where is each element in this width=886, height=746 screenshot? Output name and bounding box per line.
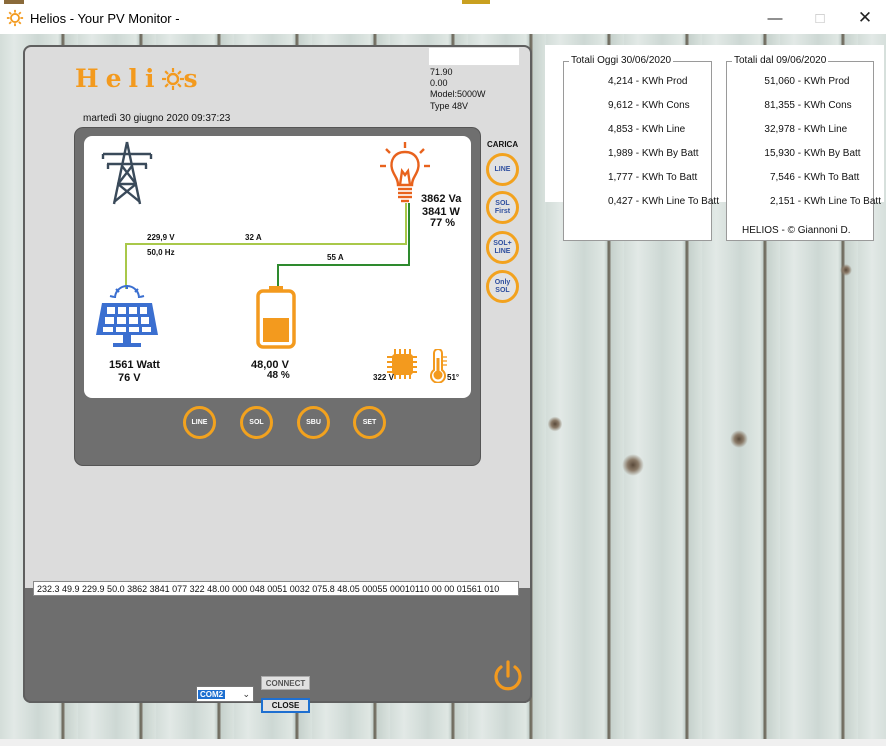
totals-value: 1,777 xyxy=(607,172,633,183)
totals-row: 7,546 - KWh To Batt xyxy=(727,172,859,183)
totals-label: - KWh To Batt xyxy=(795,172,860,183)
totals-row: 1,989 - KWh By Batt xyxy=(564,148,699,159)
thermometer-icon xyxy=(430,349,447,383)
totals-row: 1,777 - KWh To Batt xyxy=(564,172,697,183)
app-window: Helios - Your PV Monitor - — □ ✕ Totali … xyxy=(0,0,886,746)
totals-row: 0,427 - KWh Line To Batt xyxy=(564,196,719,207)
totals-value: 0,427 xyxy=(607,196,633,207)
charge-sol-first-button[interactable]: SOL First xyxy=(486,191,519,224)
datetime-label: martedì 30 giugno 2020 09:37:23 xyxy=(83,113,231,124)
solar-watt: 1561 Watt xyxy=(109,359,160,371)
charge-line-button[interactable]: LINE xyxy=(486,153,519,186)
grid-current: 32 A xyxy=(245,233,262,242)
totals-value: 81,355 xyxy=(764,100,795,111)
inverter-temperature: 51° xyxy=(447,373,460,382)
maximize-button[interactable]: □ xyxy=(800,4,840,32)
power-icon[interactable] xyxy=(491,659,525,693)
totals-label: - KWh Cons xyxy=(795,100,852,111)
totals-row: 51,060 - KWh Prod xyxy=(727,76,849,87)
status-field xyxy=(428,47,520,66)
battery-icon xyxy=(256,286,296,349)
totals-row: 15,930 - KWh By Batt xyxy=(727,148,861,159)
bus-voltage: 322 V xyxy=(373,373,394,382)
totals-row: 9,612 - KWh Cons xyxy=(564,100,690,111)
solar-voltage: 76 V xyxy=(118,372,141,384)
bottom-strip xyxy=(0,739,886,746)
totals-value: 7,546 xyxy=(769,172,795,183)
totals-value: 2,151 xyxy=(769,196,795,207)
battery-current: 55 A xyxy=(327,253,344,262)
inverter-info: 71.90 0.00 Model:5000W Type 48V xyxy=(430,67,486,112)
taskbar-strip xyxy=(0,0,886,4)
serial-data-field[interactable]: 232.3 49.9 229.9 50.0 3862 3841 077 322 … xyxy=(33,581,519,596)
totals-label: - KWh To Batt xyxy=(633,172,698,183)
totals-label: - KWh Line To Batt xyxy=(795,196,881,207)
charge-sol-line-button[interactable]: SOL+ LINE xyxy=(486,231,519,264)
totals-label: - KWh Prod xyxy=(795,76,850,87)
totals-row: 32,978 - KWh Line xyxy=(727,124,847,135)
load-va: 3862 Va xyxy=(421,193,462,205)
info-line-1: 71.90 xyxy=(430,67,453,77)
totals-label: - KWh Prod xyxy=(633,76,688,87)
totals-value: 4,214 xyxy=(607,76,633,87)
totals-row: 4,214 - KWh Prod xyxy=(564,76,688,87)
close-port-button[interactable]: CLOSE xyxy=(261,698,310,713)
load-percent: 77 % xyxy=(430,217,456,229)
battery-percent: 48 % xyxy=(267,370,290,381)
totals-value: 32,978 xyxy=(764,124,795,135)
connect-button[interactable]: CONNECT xyxy=(261,676,310,690)
totals-value: 1,989 xyxy=(607,148,633,159)
charge-only-sol-button[interactable]: Only SOL xyxy=(486,270,519,303)
totals-label: - KWh Line xyxy=(633,124,686,135)
info-model: Model:5000W xyxy=(430,89,486,100)
totals-label: - KWh By Batt xyxy=(633,148,699,159)
totals-value: 9,612 xyxy=(607,100,633,111)
solar-panel-icon xyxy=(96,285,158,347)
totals-value: 15,930 xyxy=(764,148,795,159)
charge-mode-title: CARICA xyxy=(487,140,519,149)
power-tower-icon xyxy=(101,141,153,205)
mode-set-button[interactable]: SET xyxy=(353,406,386,439)
com-port-select[interactable]: COM2 ⌄ xyxy=(196,686,254,702)
totals-row: 81,355 - KWh Cons xyxy=(727,100,852,111)
mode-line-button[interactable]: LINE xyxy=(183,406,216,439)
logo-sun-icon xyxy=(161,67,184,90)
info-line-2: 0.00 xyxy=(430,78,448,89)
totals-label: - KWh By Batt xyxy=(795,148,861,159)
grid-voltage: 229,9 V xyxy=(147,233,175,242)
mode-sol-button[interactable]: SOL xyxy=(240,406,273,439)
title-bar: Helios - Your PV Monitor - — □ ✕ xyxy=(0,0,886,34)
totals-since-panel: Totali dal 09/06/2020 51,060 - KWh Prod 8… xyxy=(726,55,881,241)
totals-row: 4,853 - KWh Line xyxy=(564,124,685,135)
minimize-button[interactable]: — xyxy=(755,4,795,32)
totals-value: 51,060 xyxy=(764,76,795,87)
chevron-down-icon: ⌄ xyxy=(242,689,250,699)
com-port-value: COM2 xyxy=(198,689,226,699)
close-window-button[interactable]: ✕ xyxy=(845,4,885,32)
battery-fill-level xyxy=(263,318,289,342)
helios-logo: Heli s xyxy=(75,64,205,93)
totals-label: - KWh Line xyxy=(795,124,848,135)
totals-label: - KWh Line To Batt xyxy=(633,196,719,207)
totals-since-title: Totali dal 09/06/2020 xyxy=(732,55,829,66)
totals-row: 2,151 - KWh Line To Batt xyxy=(727,196,881,207)
totals-value: 4,853 xyxy=(607,124,633,135)
mode-sbu-button[interactable]: SBU xyxy=(297,406,330,439)
info-type: Type 48V xyxy=(430,100,469,111)
totals-label: - KWh Cons xyxy=(633,100,690,111)
window-title: Helios - Your PV Monitor - xyxy=(30,11,180,26)
sun-app-icon xyxy=(6,9,24,27)
totals-today-title: Totali Oggi 30/06/2020 xyxy=(569,55,674,66)
grid-frequency: 50,0 Hz xyxy=(147,248,175,257)
totals-today-panel: Totali Oggi 30/06/2020 4,214 - KWh Prod 9… xyxy=(563,55,719,241)
copyright-label: HELIOS - © Giannoni D. xyxy=(742,225,851,236)
